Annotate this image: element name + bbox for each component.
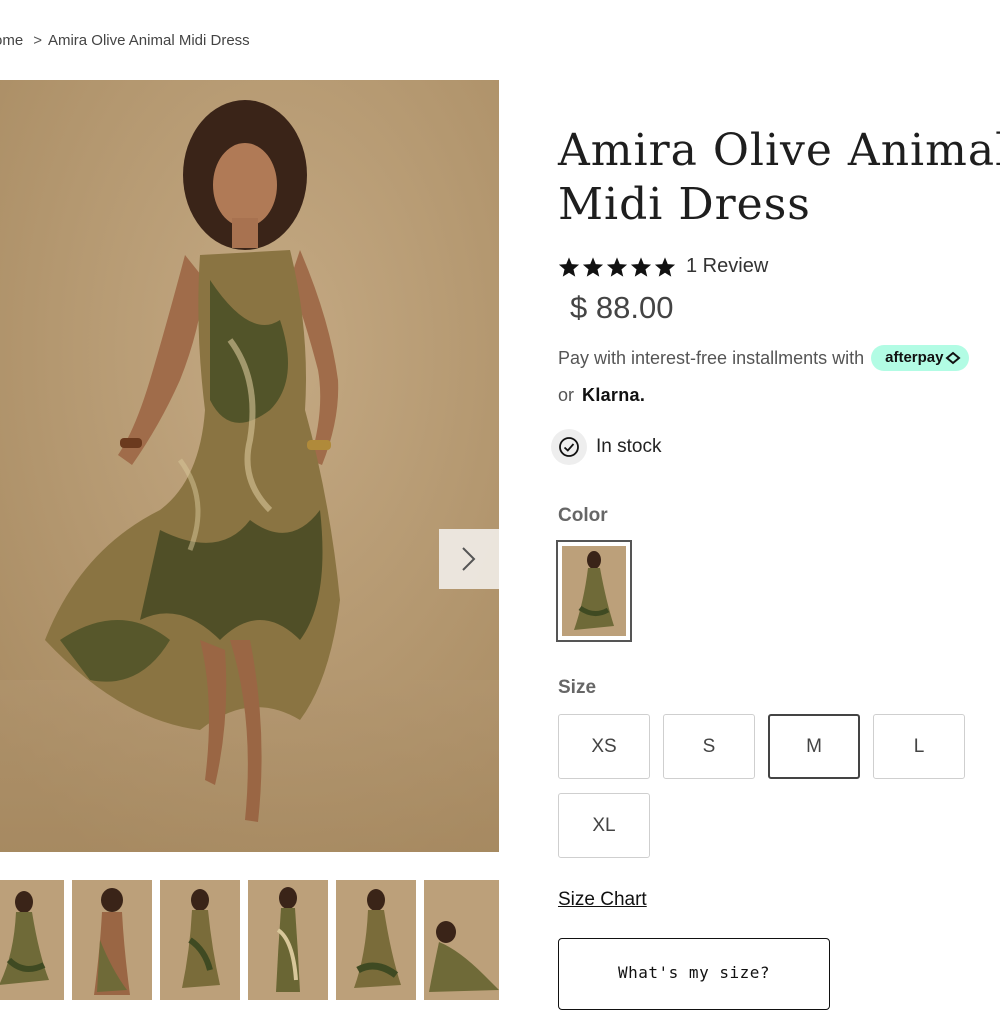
afterpay-label: afterpay: [885, 349, 944, 366]
installments-line: Pay with interest-free installments with…: [558, 345, 970, 371]
installments-text: Pay with interest-free installments with: [558, 347, 865, 368]
size-option-s[interactable]: S: [663, 714, 755, 779]
thumbnail-2[interactable]: [72, 880, 152, 1000]
product-title: Amira Olive Animal Midi Dress: [558, 124, 1000, 232]
chevron-right-icon: >: [33, 32, 42, 49]
product-main-image[interactable]: [0, 80, 499, 852]
thumbnail-6[interactable]: [424, 880, 499, 1000]
product-price: $ 88.00: [570, 290, 674, 325]
afterpay-arrows-icon: [945, 351, 962, 364]
star-rating: [558, 256, 676, 278]
klarna-line: or Klarna.: [558, 385, 645, 406]
klarna-prefix: or: [558, 385, 575, 405]
star-icon: [654, 256, 676, 277]
size-option-xl[interactable]: XL: [558, 793, 650, 858]
product-title-line-1: Amira Olive Animal: [558, 125, 1000, 176]
thumbnail-4[interactable]: [248, 880, 328, 1000]
check-circle-icon: [551, 429, 587, 465]
star-icon: [630, 256, 652, 277]
reviews-link[interactable]: 1 Review: [686, 255, 768, 278]
whats-my-size-label: What's my size?: [618, 963, 770, 982]
afterpay-badge[interactable]: afterpay: [871, 345, 970, 371]
size-chart-link[interactable]: Size Chart: [558, 889, 647, 911]
product-title-line-2: Midi Dress: [558, 179, 811, 230]
star-icon: [558, 256, 580, 277]
color-label: Color: [558, 505, 608, 526]
color-swatch-selected[interactable]: [556, 540, 632, 642]
breadcrumb: ome > Amira Olive Animal Midi Dress: [0, 32, 250, 49]
stock-text: In stock: [596, 436, 662, 457]
thumbnail-strip: [0, 880, 499, 1000]
next-image-button[interactable]: [439, 529, 499, 589]
chevron-right-icon: [462, 547, 476, 571]
thumbnail-1[interactable]: [0, 880, 64, 1000]
star-icon: [606, 256, 628, 277]
klarna-logo[interactable]: Klarna.: [582, 385, 645, 406]
whats-my-size-button[interactable]: What's my size?: [558, 938, 830, 1010]
rating: 1 Review: [558, 255, 768, 278]
breadcrumb-home-link[interactable]: ome: [0, 32, 23, 49]
breadcrumb-current: Amira Olive Animal Midi Dress: [47, 32, 250, 49]
size-option-xs[interactable]: XS: [558, 714, 650, 779]
thumbnail-3[interactable]: [160, 880, 240, 1000]
stock-status: In stock: [551, 429, 661, 465]
size-option-m[interactable]: M: [768, 714, 860, 779]
size-label: Size: [558, 677, 597, 698]
size-option-l[interactable]: L: [873, 714, 965, 779]
star-icon: [582, 256, 604, 277]
thumbnail-5[interactable]: [336, 880, 416, 1000]
